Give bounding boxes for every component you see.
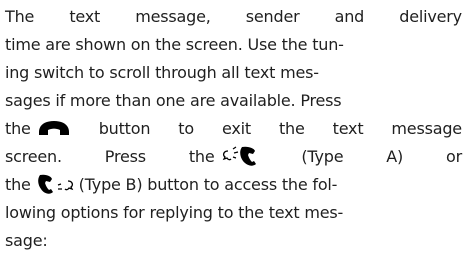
line-text: time are shown on the screen. Use the tu… xyxy=(5,34,344,54)
text-line-5: the button to exit the text message xyxy=(5,114,462,142)
line-text: (Type B) button to access the fol- xyxy=(78,174,338,194)
word: sender xyxy=(245,6,300,26)
text-line-3: ing switch to scroll through all text me… xyxy=(5,58,462,86)
text-line-4: sages if more than one are available. Pr… xyxy=(5,86,462,114)
voice-phone-icon xyxy=(220,145,258,167)
word: text xyxy=(332,118,364,138)
word: The xyxy=(5,6,35,26)
word: (Type xyxy=(301,146,344,166)
line-text: sage: xyxy=(5,230,48,250)
line-lead: the xyxy=(5,173,75,195)
line-text: sages if more than one are available. Pr… xyxy=(5,90,342,110)
word: the xyxy=(278,118,305,138)
phone-hangup-icon xyxy=(37,119,71,137)
text-line-6: screen. Press the (Type A) or xyxy=(5,142,462,170)
word: delivery xyxy=(399,6,462,26)
phone-voice-icon xyxy=(37,173,75,195)
text-line-1: The text message, sender and delivery xyxy=(5,2,462,30)
line-text: ing switch to scroll through all text me… xyxy=(5,62,319,82)
text-line-7: the (Type B) button to access the fol- xyxy=(5,170,462,198)
text-line-2: time are shown on the screen. Use the tu… xyxy=(5,30,462,58)
word: message, xyxy=(135,6,211,26)
word: A) xyxy=(386,146,404,166)
word: the xyxy=(5,174,31,194)
text-line-9: sage: xyxy=(5,226,462,254)
word: message xyxy=(391,118,462,138)
word: button xyxy=(98,118,151,138)
manual-text-block: The text message, sender and delivery ti… xyxy=(0,0,470,254)
word-with-icon: the xyxy=(189,145,259,167)
line-text: lowing options for replying to the text … xyxy=(5,202,344,222)
line-lead: the xyxy=(5,119,71,138)
word: and xyxy=(334,6,365,26)
word: screen. xyxy=(5,146,62,166)
word: text xyxy=(69,6,101,26)
word: or xyxy=(446,146,462,166)
text-line-8: lowing options for replying to the text … xyxy=(5,198,462,226)
word: exit xyxy=(221,118,251,138)
word: Press xyxy=(104,146,146,166)
word: to xyxy=(178,118,194,138)
word: the xyxy=(188,146,215,166)
word: the xyxy=(5,118,31,138)
